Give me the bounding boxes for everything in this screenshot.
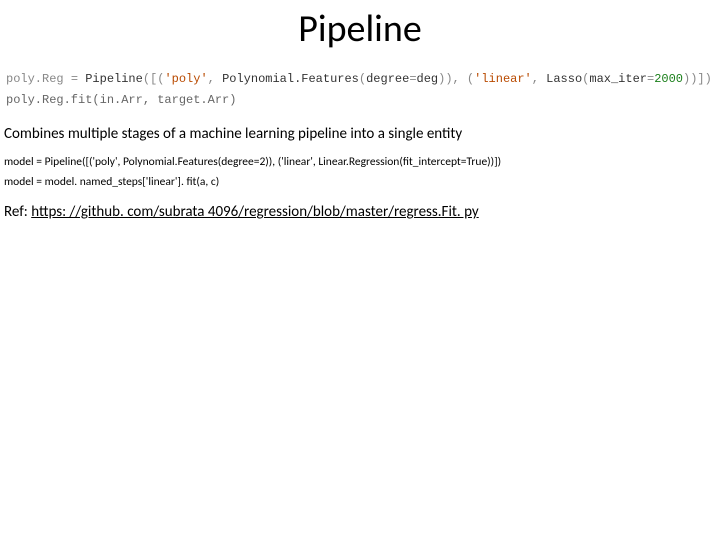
example-line-1: model = Pipeline([('poly', Polynomial.Fe… (4, 155, 716, 169)
page-title: Pipeline (0, 6, 720, 52)
code-line-2: poly.Reg.fit(in.Arr, target.Arr) (6, 93, 714, 107)
reference-link[interactable]: https: //github. com/subrata 4096/regres… (31, 203, 479, 221)
code-token: ( (359, 72, 366, 86)
code-token: max_iter (589, 72, 647, 86)
code-token: ([( (143, 72, 165, 86)
code-token: = (71, 72, 85, 86)
code-token: = (409, 72, 416, 86)
code-token: 'poly' (164, 72, 207, 86)
code-token: )), ( (438, 72, 474, 86)
code-line-1: poly.Reg = Pipeline([('poly', Polynomial… (6, 70, 714, 89)
code-token: 2000 (654, 72, 683, 86)
code-token: , (532, 72, 546, 86)
code-token: Pipeline (85, 72, 143, 86)
code-token: deg (417, 72, 439, 86)
slide: Pipeline poly.Reg = Pipeline([('poly', P… (0, 6, 720, 540)
code-token: , (208, 72, 222, 86)
ref-prefix: Ref: (4, 203, 31, 221)
code-token: poly.Reg (6, 72, 71, 86)
code-token: Polynomial.Features (222, 72, 359, 86)
code-token: Lasso (546, 72, 582, 86)
code-token: ))]) (683, 72, 712, 86)
code-token: degree (366, 72, 409, 86)
code-token: 'linear' (474, 72, 532, 86)
reference-line: Ref: https: //github. com/subrata 4096/r… (4, 203, 716, 221)
example-line-2: model = model. named_steps['linear']. fi… (4, 175, 716, 189)
description-text: Combines multiple stages of a machine le… (4, 125, 716, 143)
